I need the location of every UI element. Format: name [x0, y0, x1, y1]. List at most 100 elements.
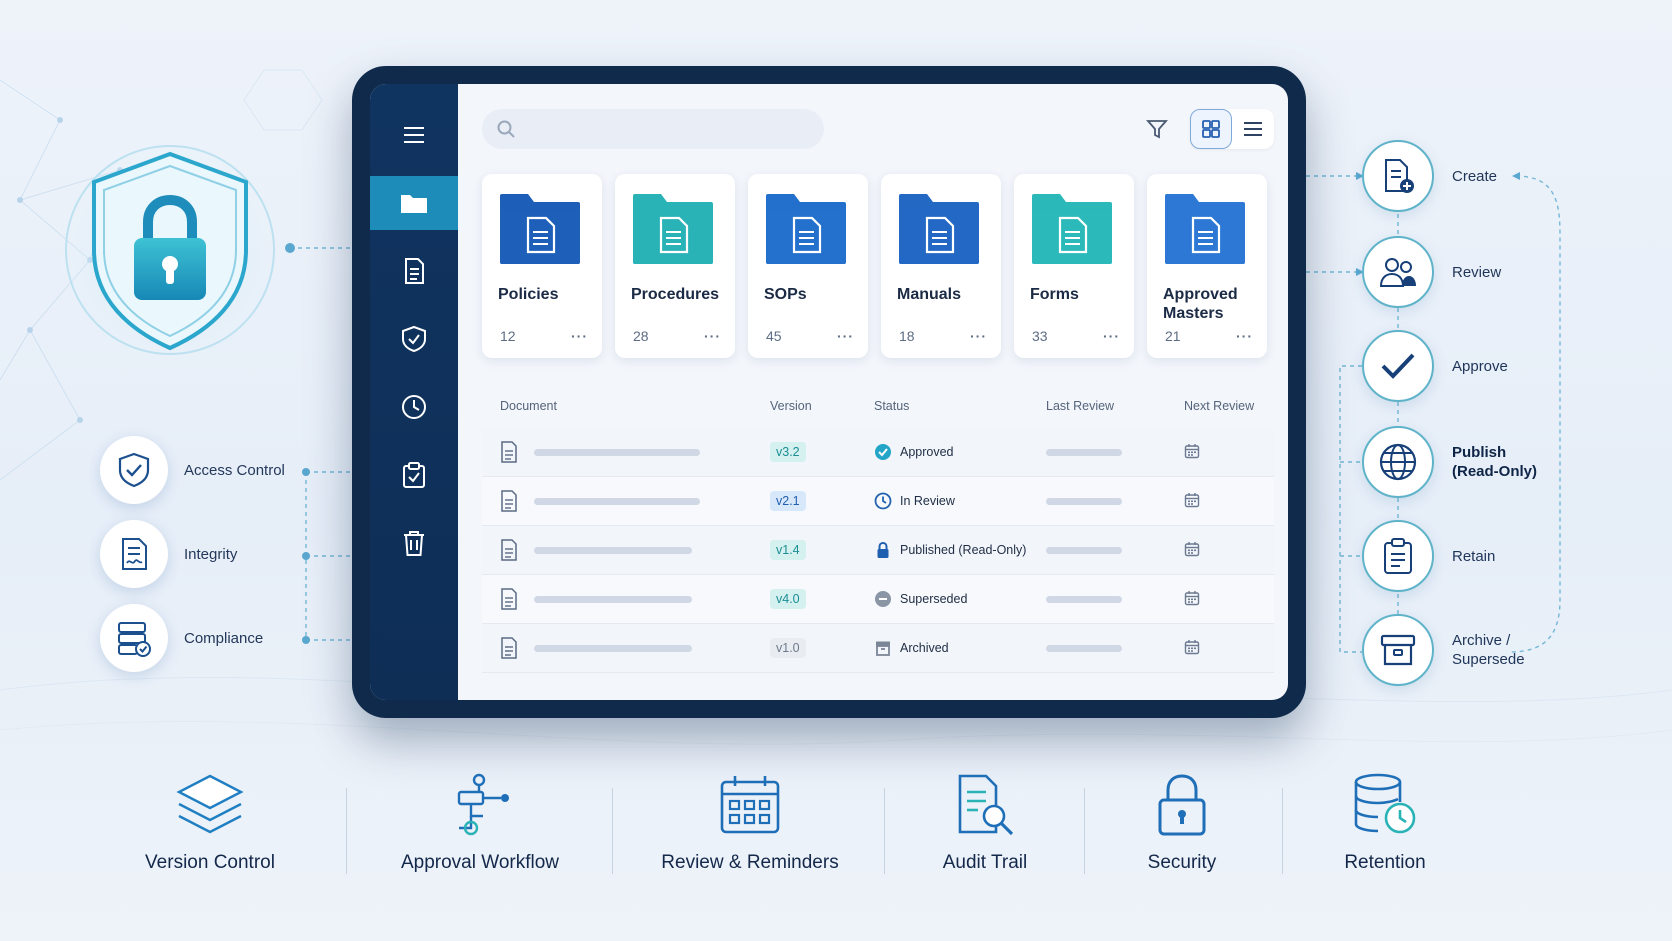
sidebar: [370, 84, 458, 700]
last-review-cell: [1046, 448, 1174, 456]
more-options-button[interactable]: ···: [1103, 328, 1120, 344]
feature-label: Version Control: [145, 852, 275, 873]
next-review-cell: [1174, 590, 1274, 609]
sidebar-menu-button[interactable]: [370, 108, 458, 162]
more-options-button[interactable]: ···: [1236, 328, 1253, 344]
divider: [884, 788, 885, 874]
feature-retention: Retention: [1320, 772, 1450, 874]
document-cell: [500, 490, 770, 512]
view-toggle: [1190, 109, 1274, 149]
folder-card[interactable]: Manuals 18 ···: [881, 174, 1001, 358]
status-cell: Approved: [874, 443, 1046, 461]
last-review-placeholder: [1046, 546, 1122, 554]
version-cell: v1.4: [770, 540, 874, 560]
archive-box-icon: [1362, 614, 1434, 686]
more-options-button[interactable]: ···: [571, 328, 588, 344]
users-icon: [1362, 236, 1434, 308]
feature-version-control: Version Control: [140, 772, 280, 874]
folder-card[interactable]: Approved Masters 21 ···: [1147, 174, 1267, 358]
folder-card[interactable]: SOPs 45 ···: [748, 174, 868, 358]
sidebar-item-trash[interactable]: [370, 516, 458, 570]
more-options-button[interactable]: ···: [704, 328, 721, 344]
feature-label: Compliance: [184, 629, 264, 647]
version-cell: v4.0: [770, 589, 874, 609]
folder-name: Approved Masters: [1163, 286, 1238, 322]
table-row[interactable]: v1.4 Published (Read-Only): [482, 526, 1274, 575]
sidebar-item-documents[interactable]: [370, 244, 458, 298]
shield-icon: [402, 325, 426, 353]
lifecycle-label: Review: [1452, 263, 1502, 281]
folder-icon: [899, 194, 979, 264]
table-row[interactable]: v3.2 Approved: [482, 428, 1274, 477]
search-input[interactable]: [526, 121, 806, 137]
feature-label: Audit Trail: [942, 852, 1028, 873]
version-badge: v2.1: [770, 491, 806, 511]
header-next-review[interactable]: Next Review: [1174, 399, 1274, 413]
last-review-placeholder: [1046, 448, 1122, 456]
feature-compliance: Compliance: [100, 604, 263, 672]
security-shield: [52, 130, 300, 380]
document-name-placeholder: [534, 497, 700, 505]
document-icon: [501, 441, 517, 463]
grid-view-button[interactable]: [1190, 109, 1232, 149]
status-text: Archived: [900, 641, 949, 655]
feature-label: Access Control: [184, 461, 285, 479]
folder-icon: [766, 194, 846, 264]
checkmark-icon: [1362, 330, 1434, 402]
last-review-cell: [1046, 546, 1174, 554]
folder-count: 18: [899, 328, 915, 344]
status-cell: Published (Read-Only): [874, 541, 1046, 559]
folder-icon: [401, 195, 427, 213]
status-text: Published (Read-Only): [900, 543, 1027, 557]
more-options-button[interactable]: ···: [970, 328, 987, 344]
sidebar-item-tasks[interactable]: [370, 448, 458, 502]
document-signature-icon: [100, 520, 168, 588]
padlock-icon: [1158, 774, 1206, 836]
folder-card[interactable]: Forms 33 ···: [1014, 174, 1134, 358]
last-review-placeholder: [1046, 644, 1122, 652]
feature-review-reminders: Review & Reminders: [650, 772, 850, 874]
folder-card[interactable]: Policies 12 ···: [482, 174, 602, 358]
server-check-icon: [100, 604, 168, 672]
minus-circle-icon: [875, 591, 891, 607]
table-header: Document Version Status Last Review Next…: [482, 384, 1274, 428]
bottom-features: Version Control Approval Workflow Review…: [0, 772, 1672, 912]
divider: [1282, 788, 1283, 874]
table-row[interactable]: v4.0 Superseded: [482, 575, 1274, 624]
header-last-review[interactable]: Last Review: [1046, 399, 1174, 413]
trash-icon: [404, 531, 424, 556]
header-version[interactable]: Version: [770, 399, 874, 413]
filter-icon: [1146, 120, 1168, 139]
list-icon: [1244, 122, 1262, 136]
table-row[interactable]: v2.1 In Review: [482, 477, 1274, 526]
feature-label: Integrity: [184, 545, 238, 563]
calendar-icon: [1184, 639, 1200, 654]
document-search-icon: [958, 774, 1014, 836]
list-view-button[interactable]: [1232, 109, 1274, 149]
status-cell: In Review: [874, 492, 1046, 510]
clock-icon: [874, 492, 892, 510]
folder-card[interactable]: Procedures 28 ···: [615, 174, 735, 358]
status-text: Superseded: [900, 592, 968, 606]
header-status[interactable]: Status: [874, 399, 1046, 413]
sidebar-item-security[interactable]: [370, 312, 458, 366]
table-row[interactable]: v1.0 Archived: [482, 624, 1274, 673]
folder-icon: [1032, 194, 1112, 264]
lifecycle-archive: Archive / Supersede: [1362, 614, 1532, 686]
last-review-cell: [1046, 497, 1174, 505]
lifecycle-label: Publish (Read-Only): [1452, 444, 1538, 480]
version-cell: v2.1: [770, 491, 874, 511]
sidebar-item-folders[interactable]: [370, 176, 458, 230]
search-box[interactable]: [482, 109, 824, 149]
document-add-icon: [1362, 140, 1434, 212]
status-text: Approved: [900, 445, 954, 459]
sidebar-item-history[interactable]: [370, 380, 458, 434]
header-document[interactable]: Document: [500, 399, 770, 413]
folder-name: Procedures: [631, 286, 720, 303]
grid-icon: [1202, 120, 1220, 138]
folder-count: 33: [1032, 328, 1048, 344]
more-options-button[interactable]: ···: [837, 328, 854, 344]
lifecycle-create: Create: [1362, 140, 1497, 212]
feature-label: Security: [1147, 852, 1217, 873]
filter-button[interactable]: [1146, 118, 1168, 140]
